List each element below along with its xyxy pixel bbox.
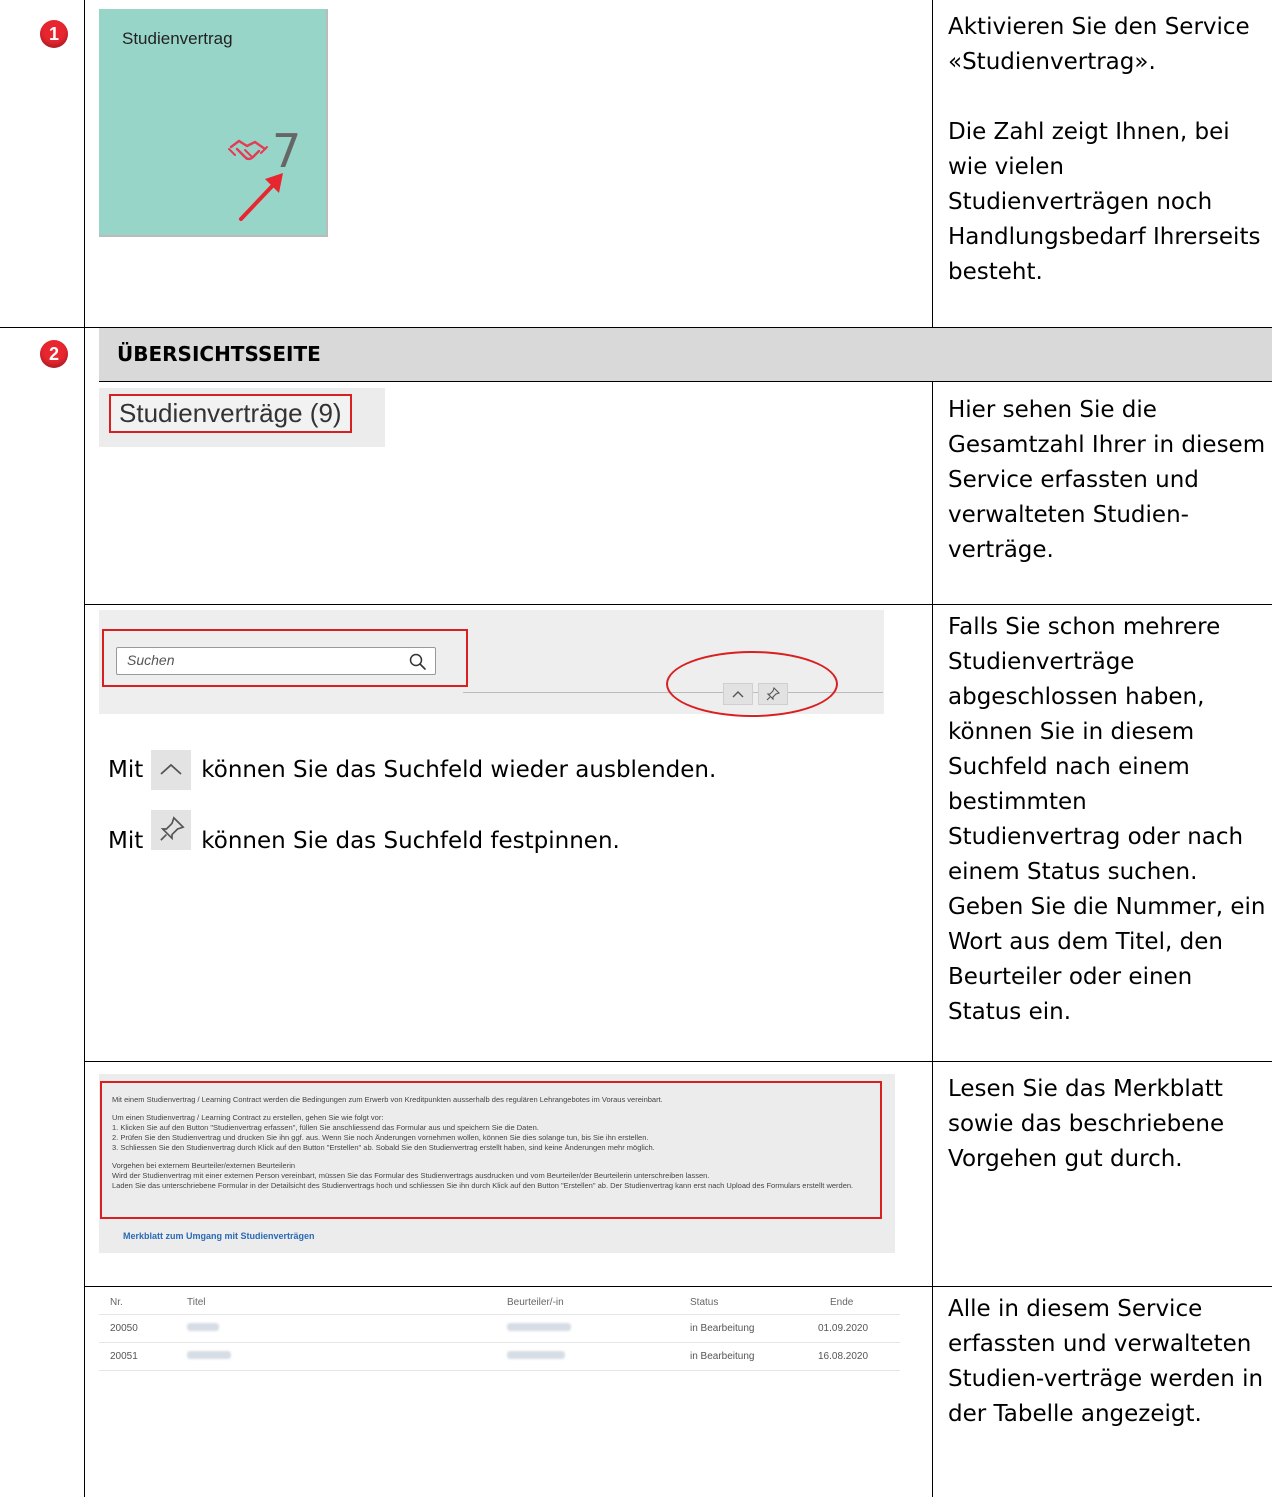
merkblatt-paragraph: Vorgehen bei externem Beurteiler/externe… — [112, 1161, 854, 1190]
cell-ende: 01.09.2020 — [818, 1323, 869, 1334]
table-row[interactable]: 20050 in Bearbeitung 01.09.2020 — [99, 1315, 900, 1343]
studienvertrag-tile[interactable]: Studienvertrag 7 — [99, 9, 328, 237]
section-heading: ÜBERSICHTSSEITE — [117, 342, 321, 366]
tile-title: Studienvertrag — [122, 29, 233, 48]
search-input[interactable]: Suchen — [116, 647, 436, 675]
merkblatt-paragraph: Mit einem Studienvertrag / Learning Cont… — [112, 1095, 663, 1104]
row2-description: Hier sehen Sie die Gesamtzahl Ihrer in d… — [948, 397, 1266, 563]
count-header-screenshot: Studienverträge (9) — [99, 388, 385, 447]
cell-nr: 20051 — [110, 1351, 138, 1362]
row5-description: Alle in diesem Service erfassten und ver… — [948, 1296, 1264, 1427]
column-header[interactable]: Ende — [830, 1297, 853, 1308]
collapse-instruction: Mit können Sie das Suchfeld wieder ausbl… — [108, 750, 716, 790]
table-divider-content-2 — [932, 382, 933, 1497]
cell-titel-blurred — [187, 1351, 231, 1362]
step-number-badge: 2 — [40, 340, 68, 368]
merkblatt-text: Mit einem Studienvertrag / Learning Cont… — [100, 1081, 882, 1219]
cell-beurteiler-blurred — [507, 1351, 565, 1362]
pin-icon — [151, 810, 192, 850]
contracts-table: Nr. Titel Beurteiler/-in Status Ende 200… — [99, 1289, 900, 1371]
column-header[interactable]: Beurteiler/-in — [507, 1297, 564, 1308]
column-header[interactable]: Status — [690, 1297, 718, 1308]
table-header-row: Nr. Titel Beurteiler/-in Status Ende — [99, 1289, 900, 1315]
column-header[interactable]: Titel — [187, 1297, 206, 1308]
column-header[interactable]: Nr. — [110, 1297, 123, 1308]
buttons-highlight-ellipse — [666, 651, 838, 717]
search-icon[interactable] — [408, 652, 428, 672]
merkblatt-link[interactable]: Merkblatt zum Umgang mit Studienverträge… — [123, 1231, 315, 1241]
cell-ende: 16.08.2020 — [818, 1351, 869, 1362]
chevron-up-icon — [151, 750, 192, 790]
contracts-count-title: Studienverträge (9) — [109, 394, 352, 433]
table-row[interactable]: 20051 in Bearbeitung 16.08.2020 — [99, 1343, 900, 1371]
cell-nr: 20050 — [110, 1323, 138, 1334]
row-divider-3 — [84, 604, 1272, 605]
section-heading-bar: ÜBERSICHTSSEITE — [99, 327, 1272, 382]
cell-status: in Bearbeitung — [690, 1323, 755, 1334]
table-divider-content — [932, 0, 933, 327]
cell-status: in Bearbeitung — [690, 1351, 755, 1362]
row-divider-5 — [84, 1286, 1272, 1287]
merkblatt-paragraph: Um einen Studienvertrag / Learning Contr… — [112, 1113, 655, 1152]
handshake-icon — [228, 139, 268, 161]
row-divider-4 — [84, 1061, 1272, 1062]
arrow-icon — [239, 173, 283, 221]
cell-beurteiler-blurred — [507, 1323, 571, 1334]
row4-description: Lesen Sie das Merkblatt sowie das beschr… — [948, 1076, 1225, 1172]
pin-instruction: Mit können Sie das Suchfeld festpinnen. — [108, 810, 620, 854]
step-number-badge: 1 — [40, 20, 68, 48]
cell-titel-blurred — [187, 1323, 219, 1334]
table-border-left — [84, 0, 85, 1497]
row1-description: Aktivieren Sie den Service «Studienvertr… — [948, 14, 1261, 285]
row3-description: Falls Sie schon mehrere Studienverträge … — [948, 614, 1266, 1025]
